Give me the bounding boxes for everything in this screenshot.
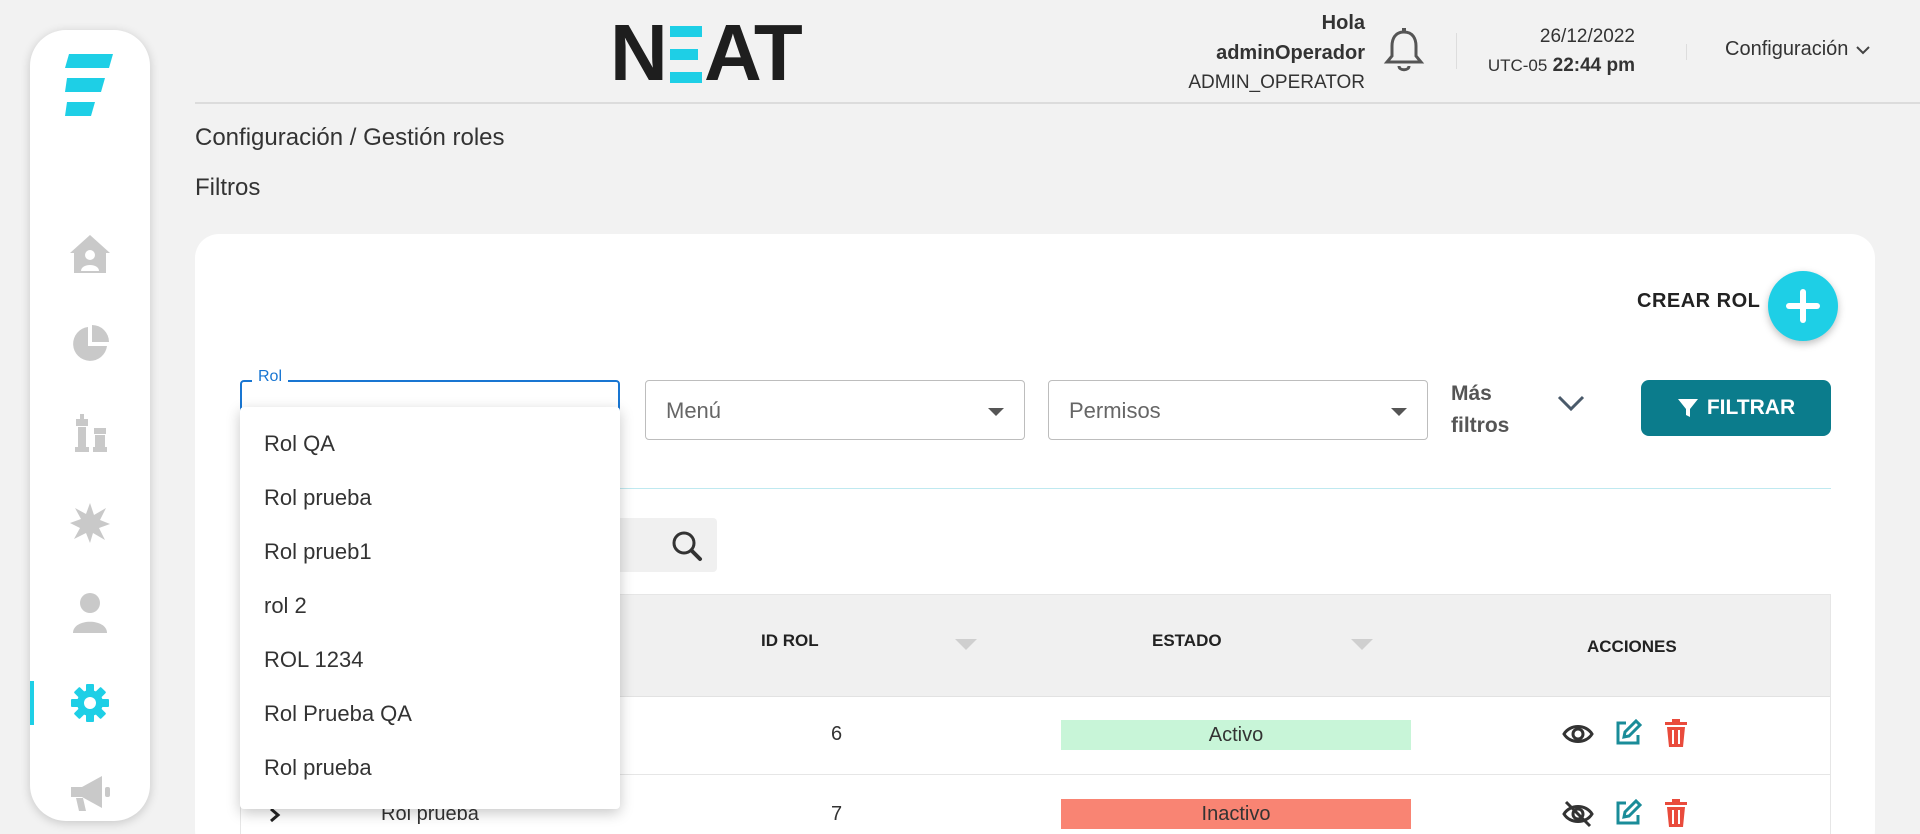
user-greeting: Hola adminOperador ADMIN_OPERATOR xyxy=(1188,8,1365,98)
trash-icon[interactable] xyxy=(1664,799,1688,827)
header-id-rol[interactable]: ID ROL xyxy=(761,631,819,651)
nav-events[interactable] xyxy=(30,495,150,551)
config-label: Configuración xyxy=(1725,38,1849,60)
svg-text:N: N xyxy=(610,14,666,86)
menu-placeholder: Menú xyxy=(666,398,722,423)
edit-icon[interactable] xyxy=(1614,719,1642,747)
nav-settings[interactable] xyxy=(30,675,150,731)
sort-icon[interactable] xyxy=(955,639,977,650)
time-text: 22:44 pm xyxy=(1552,55,1635,76)
filter-button-label: FILTRAR xyxy=(1706,396,1796,419)
more-filters-label[interactable]: Más filtros xyxy=(1451,378,1509,442)
nav-home[interactable] xyxy=(30,226,150,282)
svg-text:AT: AT xyxy=(704,14,803,86)
permisos-select[interactable]: Permisos xyxy=(1048,380,1428,440)
plus-icon xyxy=(1786,289,1820,323)
more-filters-line1: Más xyxy=(1451,382,1492,405)
header-divider-2 xyxy=(1686,44,1687,60)
more-filters-line2: filtros xyxy=(1451,414,1510,437)
rol-label: Rol xyxy=(252,368,289,386)
brand-logo[interactable]: N AT xyxy=(610,14,810,86)
header: N AT Hola adminOperador ADMIN_OPERATOR 2… xyxy=(195,0,1920,104)
row-id: 6 xyxy=(831,723,843,745)
sidebar xyxy=(30,30,150,821)
nav-stats[interactable] xyxy=(30,316,150,372)
header-estado[interactable]: ESTADO xyxy=(1152,631,1222,651)
search-icon[interactable] xyxy=(671,530,703,562)
greeting-text: Hola xyxy=(1321,12,1365,34)
dropdown-option[interactable]: Rol prueb1 xyxy=(240,525,620,579)
create-role-label[interactable]: CREAR ROL xyxy=(1637,290,1760,313)
filter-button[interactable]: FILTRAR xyxy=(1641,380,1831,436)
edit-icon[interactable] xyxy=(1614,799,1642,827)
breadcrumb: Configuración / Gestión roles xyxy=(195,124,505,151)
row-id: 7 xyxy=(831,803,843,825)
gear-icon xyxy=(71,684,109,722)
header-acciones: ACCIONES xyxy=(1587,637,1677,656)
sort-icon[interactable] xyxy=(1351,639,1373,650)
dropdown-arrow-icon xyxy=(988,408,1004,416)
nav-announcements[interactable] xyxy=(30,765,150,821)
nav-strategy[interactable] xyxy=(30,406,150,462)
timezone: UTC-05 xyxy=(1487,56,1548,75)
starburst-icon xyxy=(70,503,110,543)
date-text: 26/12/2022 xyxy=(1539,26,1635,47)
dropdown-option[interactable]: Rol prueba xyxy=(240,471,620,525)
bell-icon[interactable] xyxy=(1383,28,1425,72)
status-badge: Activo xyxy=(1061,720,1411,750)
menu-select[interactable]: Menú xyxy=(645,380,1025,440)
funnel-icon xyxy=(1677,399,1698,417)
datetime: 26/12/2022 UTC-05 22:44 pm xyxy=(1485,22,1635,80)
app-logo-icon[interactable] xyxy=(65,52,115,122)
header-divider xyxy=(1456,33,1457,69)
dropdown-arrow-icon xyxy=(1391,408,1407,416)
view-icon[interactable] xyxy=(1562,719,1594,749)
trash-icon[interactable] xyxy=(1664,719,1688,747)
rol-dropdown-menu: Rol QA Rol prueba Rol prueb1 rol 2 ROL 1… xyxy=(240,407,620,809)
create-role-button[interactable] xyxy=(1768,271,1838,341)
dropdown-option[interactable]: Rol Prueba QA xyxy=(240,687,620,741)
dropdown-option[interactable]: Rol prueba xyxy=(240,741,620,795)
chevron-down-icon[interactable] xyxy=(1557,394,1585,412)
chevron-right-icon[interactable] xyxy=(269,807,281,823)
home-user-icon xyxy=(70,235,110,273)
pie-chart-icon xyxy=(73,325,109,361)
dropdown-option[interactable]: Rol QA xyxy=(240,417,620,471)
chess-pieces-icon xyxy=(75,414,107,452)
nav-users[interactable] xyxy=(30,585,150,641)
config-menu[interactable]: Configuración xyxy=(1725,38,1871,61)
dropdown-option[interactable]: rol 2 xyxy=(240,579,620,633)
user-role: ADMIN_OPERATOR xyxy=(1188,72,1365,93)
user-icon xyxy=(73,593,107,633)
chevron-down-icon xyxy=(1856,45,1871,54)
username: adminOperador xyxy=(1216,42,1365,64)
dropdown-option[interactable]: ROL 1234 xyxy=(240,633,620,687)
permisos-placeholder: Permisos xyxy=(1069,398,1161,423)
view-hidden-icon[interactable] xyxy=(1562,799,1594,829)
megaphone-icon xyxy=(71,776,110,811)
filters-title: Filtros xyxy=(195,174,261,201)
status-badge: Inactivo xyxy=(1061,799,1411,829)
